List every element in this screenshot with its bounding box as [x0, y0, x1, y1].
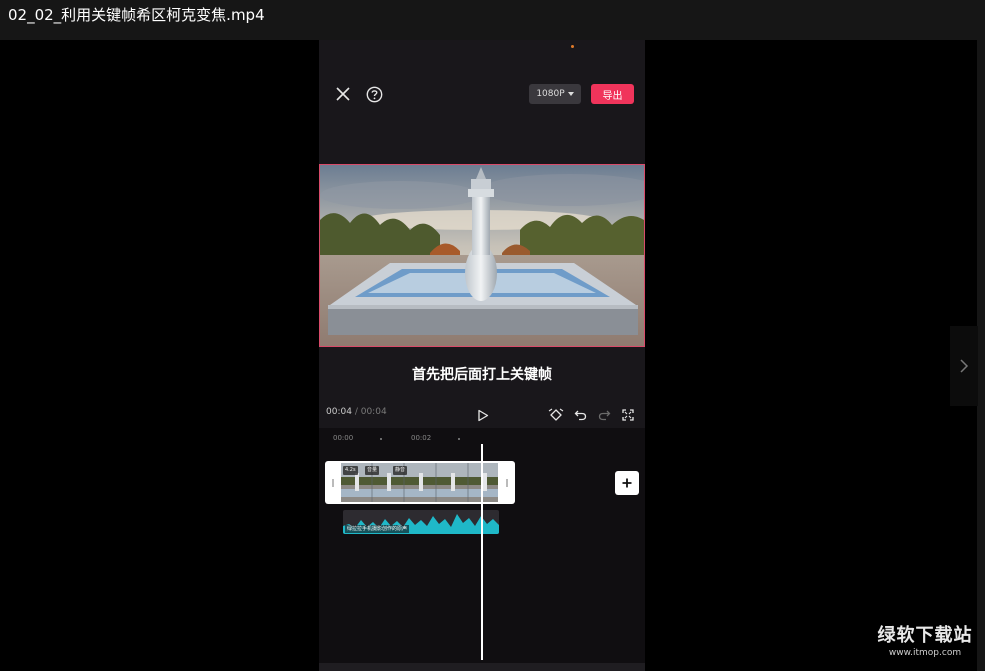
- timeline-panel[interactable]: 00:00 00:02 4.2s 音量 静音 绿拉拉手机摄影创作的原声: [319, 428, 645, 671]
- total-time: 00:04: [360, 407, 387, 417]
- site-watermark: 绿软下载站 www.itmop.com: [877, 621, 973, 658]
- ruler-label-1: 00:02: [411, 434, 432, 442]
- help-button[interactable]: [364, 84, 384, 104]
- undo-icon: [574, 410, 586, 421]
- caret-down-icon: [567, 92, 574, 96]
- resolution-label: 1080P: [536, 89, 565, 99]
- status-dot: [571, 45, 574, 48]
- playhead[interactable]: [481, 444, 483, 660]
- watermark-name: 绿软下载站: [877, 625, 973, 646]
- audio-track-label: 绿拉拉手机摄影创作的原声: [345, 525, 410, 533]
- resolution-dropdown[interactable]: 1080P: [529, 84, 581, 104]
- time-readout: 00:04 / 00:04: [326, 407, 387, 417]
- fountain-scene-image: [320, 165, 644, 346]
- ruler-dot: [380, 438, 382, 440]
- video-preview: [319, 164, 645, 347]
- right-edge-strip: [977, 40, 985, 671]
- export-button[interactable]: 导出: [591, 84, 634, 104]
- keyframe-button[interactable]: [547, 406, 565, 424]
- plus-icon: [622, 478, 632, 488]
- playback-controls: 00:04 / 00:04: [319, 405, 645, 428]
- fullscreen-icon: [622, 409, 634, 421]
- help-icon: [366, 86, 382, 102]
- chevron-right-icon: [960, 359, 969, 373]
- time-separator: /: [354, 407, 358, 417]
- play-icon: [478, 409, 489, 421]
- clip-thumbnails: 4.2s 音量 静音: [341, 463, 498, 502]
- subtitle-area: 首先把后面打上关键帧: [319, 347, 645, 405]
- ruler-label-0: 00:00: [333, 434, 354, 442]
- clip-right-handle[interactable]: [506, 479, 508, 487]
- editor-topbar: 1080P 导出: [319, 40, 645, 164]
- clip-left-handle[interactable]: [332, 479, 334, 487]
- bottom-toolbar-edge: [319, 663, 645, 671]
- current-time: 00:04: [326, 407, 352, 417]
- redo-button[interactable]: [595, 406, 613, 424]
- watermark-url: www.itmop.com: [888, 648, 962, 658]
- phone-screen: 1080P 导出 首先把后面打上关键帧 00:04 / 00:04 00:00 …: [319, 40, 645, 671]
- audio-track[interactable]: 绿拉拉手机摄影创作的原声: [343, 510, 499, 534]
- clip-mute-chip[interactable]: 静音: [393, 466, 408, 475]
- next-video-button[interactable]: [950, 326, 978, 406]
- ruler-dot: [458, 438, 460, 440]
- close-icon: [336, 87, 350, 101]
- keyframe-icon: [548, 408, 564, 421]
- window-titlebar: 02_02_利用关键帧希区柯克变焦.mp4: [0, 0, 985, 40]
- undo-button[interactable]: [571, 406, 589, 424]
- add-clip-button[interactable]: [615, 471, 639, 495]
- close-button[interactable]: [333, 84, 353, 104]
- clip-volume-chip[interactable]: 音量: [365, 466, 380, 475]
- clip-duration-chip: 4.2s: [343, 466, 358, 475]
- subtitle-text: 首先把后面打上关键帧: [412, 367, 552, 383]
- play-button[interactable]: [474, 406, 492, 424]
- window-title: 02_02_利用关键帧希区柯克变焦.mp4: [8, 6, 265, 24]
- video-clip-track[interactable]: 4.2s 音量 静音: [325, 461, 515, 504]
- fullscreen-button[interactable]: [619, 406, 637, 424]
- redo-icon: [598, 410, 610, 421]
